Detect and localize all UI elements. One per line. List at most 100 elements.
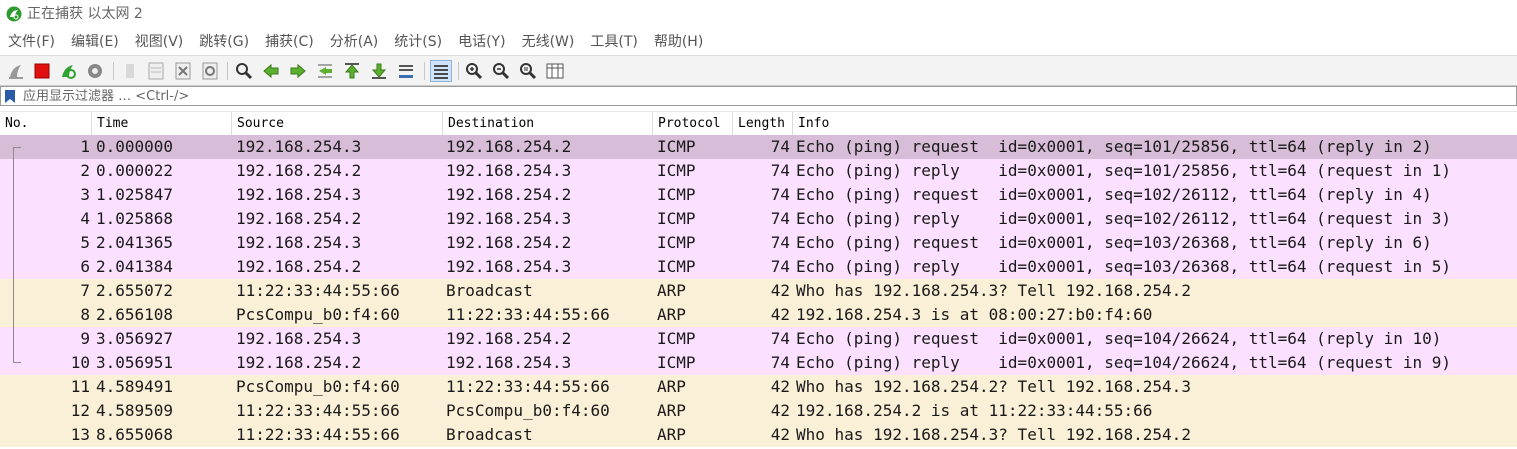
column-header-info[interactable]: Info bbox=[792, 112, 1517, 136]
zoom-out-icon[interactable] bbox=[492, 62, 510, 80]
packet-row[interactable]: 2 0.000022 192.168.254.2 192.168.254.3 ICMP 7… bbox=[0, 159, 1517, 183]
column-header-protocol[interactable]: Protocol bbox=[652, 112, 732, 136]
packet-row[interactable]: 13 8.655068 11:22:33:44:55:66 Broadcast ARP 4… bbox=[0, 423, 1517, 447]
menu-tools[interactable]: 工具(T) bbox=[582, 30, 645, 54]
packet-info: 192.168.254.3 is at 08:00:27:b0:f4:60 bbox=[796, 305, 1153, 324]
packet-destination: 192.168.254.3 bbox=[446, 353, 572, 372]
toolbar-separator bbox=[424, 62, 425, 80]
packet-list: No. Time Source Destination Protocol Len… bbox=[0, 111, 1517, 449]
packet-length: 42 bbox=[770, 281, 790, 300]
packet-source: 192.168.254.3 bbox=[236, 233, 362, 252]
column-header-source[interactable]: Source bbox=[231, 112, 442, 136]
packet-destination: 192.168.254.2 bbox=[446, 329, 572, 348]
packet-row[interactable]: 9 3.056927 192.168.254.3 192.168.254.2 ICMP 7… bbox=[0, 327, 1517, 351]
menu-file[interactable]: 文件(F) bbox=[0, 30, 63, 54]
window-title: 正在捕获 以太网 2 bbox=[27, 6, 143, 22]
packet-protocol: ICMP bbox=[657, 137, 696, 156]
packet-length: 42 bbox=[770, 377, 790, 396]
display-filter-input[interactable] bbox=[23, 87, 1503, 105]
normal-size-icon[interactable] bbox=[519, 62, 537, 80]
go-to-packet-icon[interactable] bbox=[316, 62, 334, 80]
menu-view[interactable]: 视图(V) bbox=[127, 30, 192, 54]
packet-time: 3.056951 bbox=[96, 353, 174, 372]
find-packet-icon[interactable] bbox=[235, 62, 253, 80]
capture-options-icon[interactable] bbox=[86, 62, 104, 80]
packet-destination: 192.168.254.3 bbox=[446, 257, 572, 276]
packet-destination: Broadcast bbox=[446, 281, 533, 300]
packet-info: Echo (ping) request id=0x0001, seq=104/2… bbox=[796, 329, 1442, 348]
zoom-in-icon[interactable] bbox=[465, 62, 483, 80]
packet-rows: 1 0.000000 192.168.254.3 192.168.254.2 ICMP 7… bbox=[0, 135, 1517, 447]
packet-length: 74 bbox=[770, 329, 790, 348]
packet-row[interactable]: 5 2.041365 192.168.254.3 192.168.254.2 ICMP 7… bbox=[0, 231, 1517, 255]
packet-time: 4.589509 bbox=[96, 401, 174, 420]
packet-row[interactable]: 6 2.041384 192.168.254.2 192.168.254.3 ICMP 7… bbox=[0, 255, 1517, 279]
menu-help[interactable]: 帮助(H) bbox=[646, 30, 711, 54]
packet-protocol: ARP bbox=[657, 377, 686, 396]
packet-info: Echo (ping) reply id=0x0001, seq=103/263… bbox=[796, 257, 1452, 276]
packet-protocol: ICMP bbox=[657, 233, 696, 252]
packet-protocol: ARP bbox=[657, 281, 686, 300]
display-filter-bar bbox=[0, 86, 1517, 106]
open-file-icon[interactable] bbox=[121, 62, 139, 80]
packet-protocol: ICMP bbox=[657, 161, 696, 180]
packet-length: 74 bbox=[770, 353, 790, 372]
packet-protocol: ARP bbox=[657, 401, 686, 420]
column-header-time[interactable]: Time bbox=[91, 112, 231, 136]
go-forward-icon[interactable] bbox=[289, 62, 307, 80]
menu-analyze[interactable]: 分析(A) bbox=[322, 30, 387, 54]
packet-row[interactable]: 8 2.656108 PcsCompu_b0:f4:60 11:22:33:44:55… bbox=[0, 303, 1517, 327]
packet-row[interactable]: 10 3.056951 192.168.254.2 192.168.254.3 ICMP… bbox=[0, 351, 1517, 375]
packet-length: 74 bbox=[770, 137, 790, 156]
menu-edit[interactable]: 编辑(E) bbox=[63, 30, 127, 54]
packet-row[interactable]: 11 4.589491 PcsCompu_b0:f4:60 11:22:33:44:5… bbox=[0, 375, 1517, 399]
packet-time: 0.000022 bbox=[96, 161, 174, 180]
packet-row[interactable]: 3 1.025847 192.168.254.3 192.168.254.2 ICMP 7… bbox=[0, 183, 1517, 207]
packet-destination: 192.168.254.3 bbox=[446, 209, 572, 228]
menu-statistics[interactable]: 统计(S) bbox=[386, 30, 450, 54]
resize-columns-icon[interactable] bbox=[546, 62, 564, 80]
save-file-icon[interactable] bbox=[147, 62, 165, 80]
related-packet-indicator-bottom bbox=[13, 362, 21, 363]
go-last-packet-icon[interactable] bbox=[370, 62, 388, 80]
go-back-icon[interactable] bbox=[262, 62, 280, 80]
menu-go[interactable]: 跳转(G) bbox=[191, 30, 257, 54]
column-header-destination[interactable]: Destination bbox=[442, 112, 652, 136]
packet-length: 74 bbox=[770, 233, 790, 252]
packet-time: 1.025868 bbox=[96, 209, 174, 228]
go-first-packet-icon[interactable] bbox=[343, 62, 361, 80]
auto-scroll-icon[interactable] bbox=[397, 62, 415, 80]
packet-time: 0.000000 bbox=[96, 137, 174, 156]
toolbar-separator bbox=[458, 62, 459, 80]
packet-destination: 11:22:33:44:55:66 bbox=[446, 305, 610, 324]
start-capture-icon[interactable] bbox=[7, 62, 25, 80]
packet-row[interactable]: 12 4.589509 11:22:33:44:55:66 PcsCompu_b0:f… bbox=[0, 399, 1517, 423]
packet-destination: 11:22:33:44:55:66 bbox=[446, 377, 610, 396]
restart-capture-icon[interactable] bbox=[59, 62, 77, 80]
packet-info: Who has 192.168.254.3? Tell 192.168.254.… bbox=[796, 425, 1191, 444]
packet-time: 2.041365 bbox=[96, 233, 174, 252]
packet-protocol: ICMP bbox=[657, 329, 696, 348]
packet-length: 74 bbox=[770, 209, 790, 228]
reload-file-icon[interactable] bbox=[201, 62, 219, 80]
packet-source: PcsCompu_b0:f4:60 bbox=[236, 377, 400, 396]
packet-info: Who has 192.168.254.2? Tell 192.168.254.… bbox=[796, 377, 1191, 396]
column-header-length[interactable]: Length bbox=[732, 112, 792, 136]
packet-row[interactable]: 4 1.025868 192.168.254.2 192.168.254.3 ICMP 7… bbox=[0, 207, 1517, 231]
menu-telephony[interactable]: 电话(Y) bbox=[450, 30, 513, 54]
packet-source: 192.168.254.2 bbox=[236, 161, 362, 180]
stop-capture-icon[interactable] bbox=[33, 62, 51, 80]
packet-no: 13 bbox=[70, 425, 90, 444]
packet-source: 11:22:33:44:55:66 bbox=[236, 281, 400, 300]
main-toolbar bbox=[0, 55, 1517, 86]
packet-list-header: No. Time Source Destination Protocol Len… bbox=[0, 111, 1517, 137]
close-file-icon[interactable] bbox=[174, 62, 192, 80]
packet-row[interactable]: 1 0.000000 192.168.254.3 192.168.254.2 ICMP 7… bbox=[0, 135, 1517, 159]
colorize-icon[interactable] bbox=[430, 60, 452, 82]
filter-bookmark-icon[interactable] bbox=[4, 89, 16, 104]
menu-wireless[interactable]: 无线(W) bbox=[514, 30, 583, 54]
column-header-no[interactable]: No. bbox=[0, 112, 91, 136]
menu-capture[interactable]: 捕获(C) bbox=[257, 30, 322, 54]
packet-info: Echo (ping) request id=0x0001, seq=103/2… bbox=[796, 233, 1432, 252]
packet-row[interactable]: 7 2.655072 11:22:33:44:55:66 Broadcast ARP 42… bbox=[0, 279, 1517, 303]
